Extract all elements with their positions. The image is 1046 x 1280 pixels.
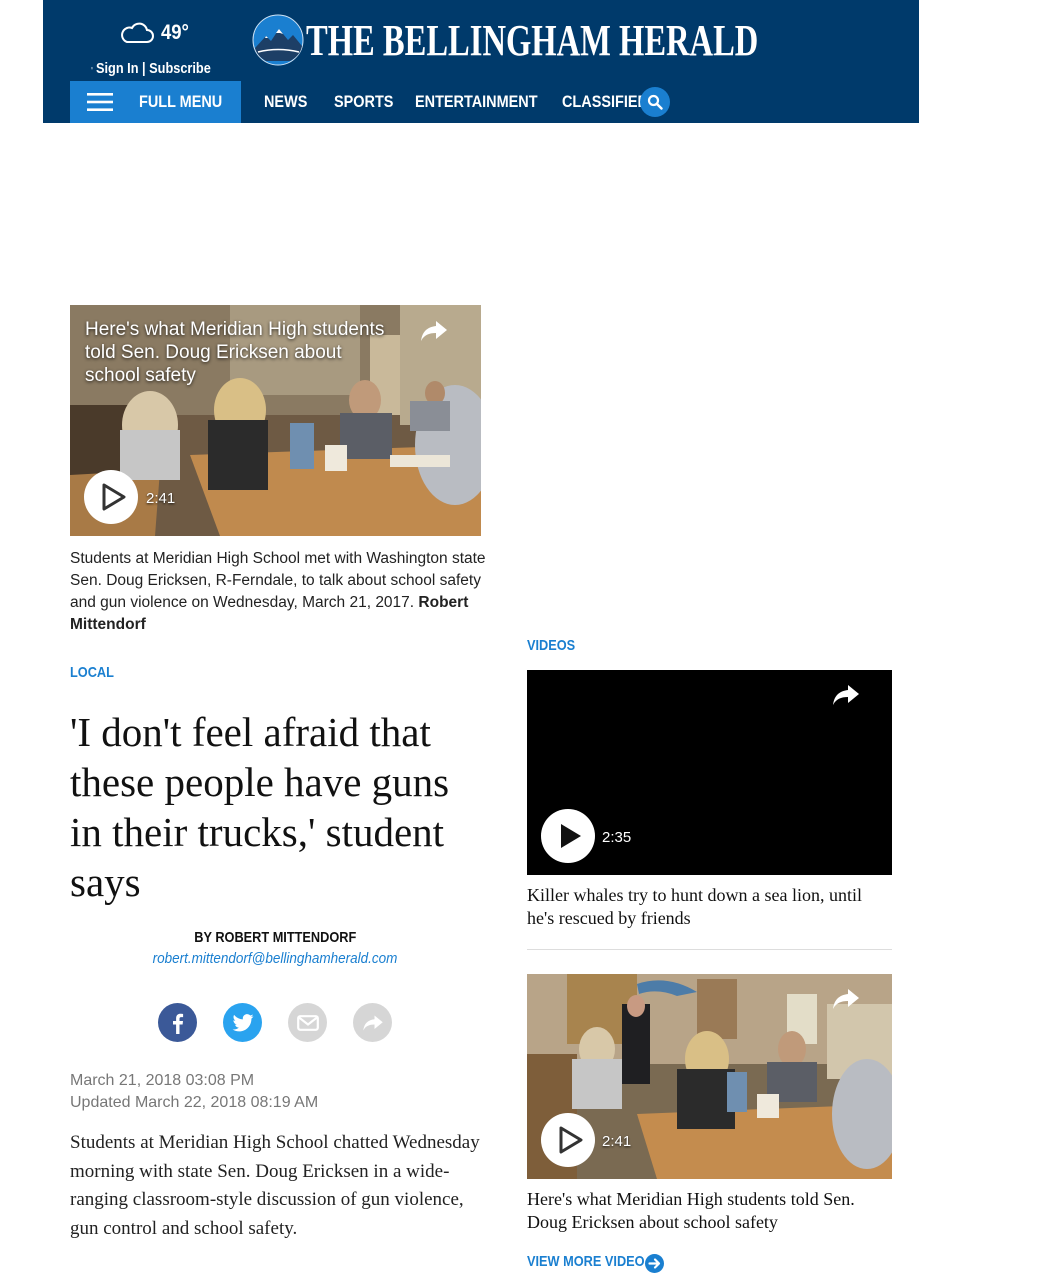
video-duration: 2:35 (602, 829, 632, 846)
updated-date: Updated March 22, 2018 08:19 AM (70, 1094, 319, 1111)
lead-video-player[interactable]: Here's what Meridian High students told … (70, 305, 481, 536)
play-button[interactable] (84, 470, 138, 524)
twitter-icon (232, 1013, 253, 1031)
article-headline: 'I don't feel afraid that these people h… (70, 709, 450, 905)
sign-in-label: Sign In | Subscribe (95, 59, 211, 77)
share-icon (362, 1015, 383, 1030)
full-menu-button[interactable]: FULL MENU (70, 81, 241, 123)
email-share-button[interactable] (288, 1003, 327, 1042)
site-logo[interactable]: THE BELLINGHAM HERALD (252, 10, 917, 70)
full-menu-label: FULL MENU (139, 92, 223, 111)
nav-link-sports[interactable]: SPORTS (334, 92, 393, 112)
section-label[interactable]: LOCAL (70, 664, 114, 681)
arrow-right-circle-icon (645, 1254, 664, 1273)
author-email: robert.mittendorf@bellinghamherald.com (153, 950, 398, 967)
share-buttons (158, 1003, 398, 1043)
hamburger-icon (87, 93, 113, 111)
rail-video-player-2[interactable]: 2:41 (527, 974, 892, 1179)
more-share-button[interactable] (353, 1003, 392, 1042)
play-icon (560, 824, 581, 848)
twitter-share-button[interactable] (223, 1003, 262, 1042)
share-arrow-icon[interactable] (832, 987, 860, 1011)
rail-video-player-1[interactable]: 2:35 (527, 670, 892, 875)
main-nav: NEWS SPORTS ENTERTAINMENT CLASSIFIEDS (264, 81, 675, 123)
divider (527, 949, 892, 950)
facebook-icon (172, 1013, 183, 1034)
play-icon (559, 1126, 582, 1154)
video-duration: 2:41 (602, 1133, 632, 1150)
photo-caption: Students at Meridian High School met wit… (70, 548, 490, 636)
play-icon (102, 483, 125, 511)
author-name: BY ROBERT MITTENDORF (194, 929, 357, 946)
site-header: 49° Sign In | Subscribe THE BELLINGHAM H… (43, 0, 919, 123)
search-button[interactable] (640, 87, 670, 117)
play-button[interactable] (541, 1113, 595, 1167)
play-button[interactable] (541, 809, 595, 863)
videos-section-label: VIDEOS (527, 637, 576, 654)
sign-in-subscribe-link[interactable]: Sign In | Subscribe (91, 57, 231, 79)
weather-widget[interactable]: 49° (119, 18, 193, 48)
video-duration: 2:41 (146, 490, 176, 507)
weather-temperature: 49° (161, 21, 189, 44)
video-overlay-title: Here's what Meridian High students told … (85, 319, 385, 386)
byline: BY ROBERT MITTENDORF (70, 929, 481, 946)
search-icon (647, 94, 663, 110)
published-date: March 21, 2018 03:08 PM (70, 1072, 255, 1089)
nav-link-entertainment[interactable]: ENTERTAINMENT (415, 92, 538, 112)
view-more-video-link[interactable]: VIEW MORE VIDEO (527, 1253, 665, 1273)
rail-video-title-1[interactable]: Killer whales try to hunt down a sea lio… (527, 884, 892, 930)
rail-video-title-2[interactable]: Here's what Meridian High students told … (527, 1188, 892, 1234)
view-more-label: VIEW MORE VIDEO (527, 1253, 645, 1270)
share-arrow-icon[interactable] (832, 683, 860, 707)
cloud-icon (121, 22, 154, 43)
logo-wordmark: THE BELLINGHAM HERALD (306, 15, 759, 65)
share-arrow-icon[interactable] (420, 319, 448, 343)
email-icon (296, 1014, 319, 1031)
facebook-share-button[interactable] (158, 1003, 197, 1042)
user-icon (91, 67, 93, 70)
mountain-logo-icon (252, 14, 304, 66)
article-dates: March 21, 2018 03:08 PM Updated March 22… (70, 1070, 318, 1114)
article-body-paragraph: Students at Meridian High School chatted… (70, 1132, 480, 1239)
nav-link-news[interactable]: NEWS (264, 92, 307, 112)
author-email-link[interactable]: robert.mittendorf@bellinghamherald.com (70, 950, 481, 967)
